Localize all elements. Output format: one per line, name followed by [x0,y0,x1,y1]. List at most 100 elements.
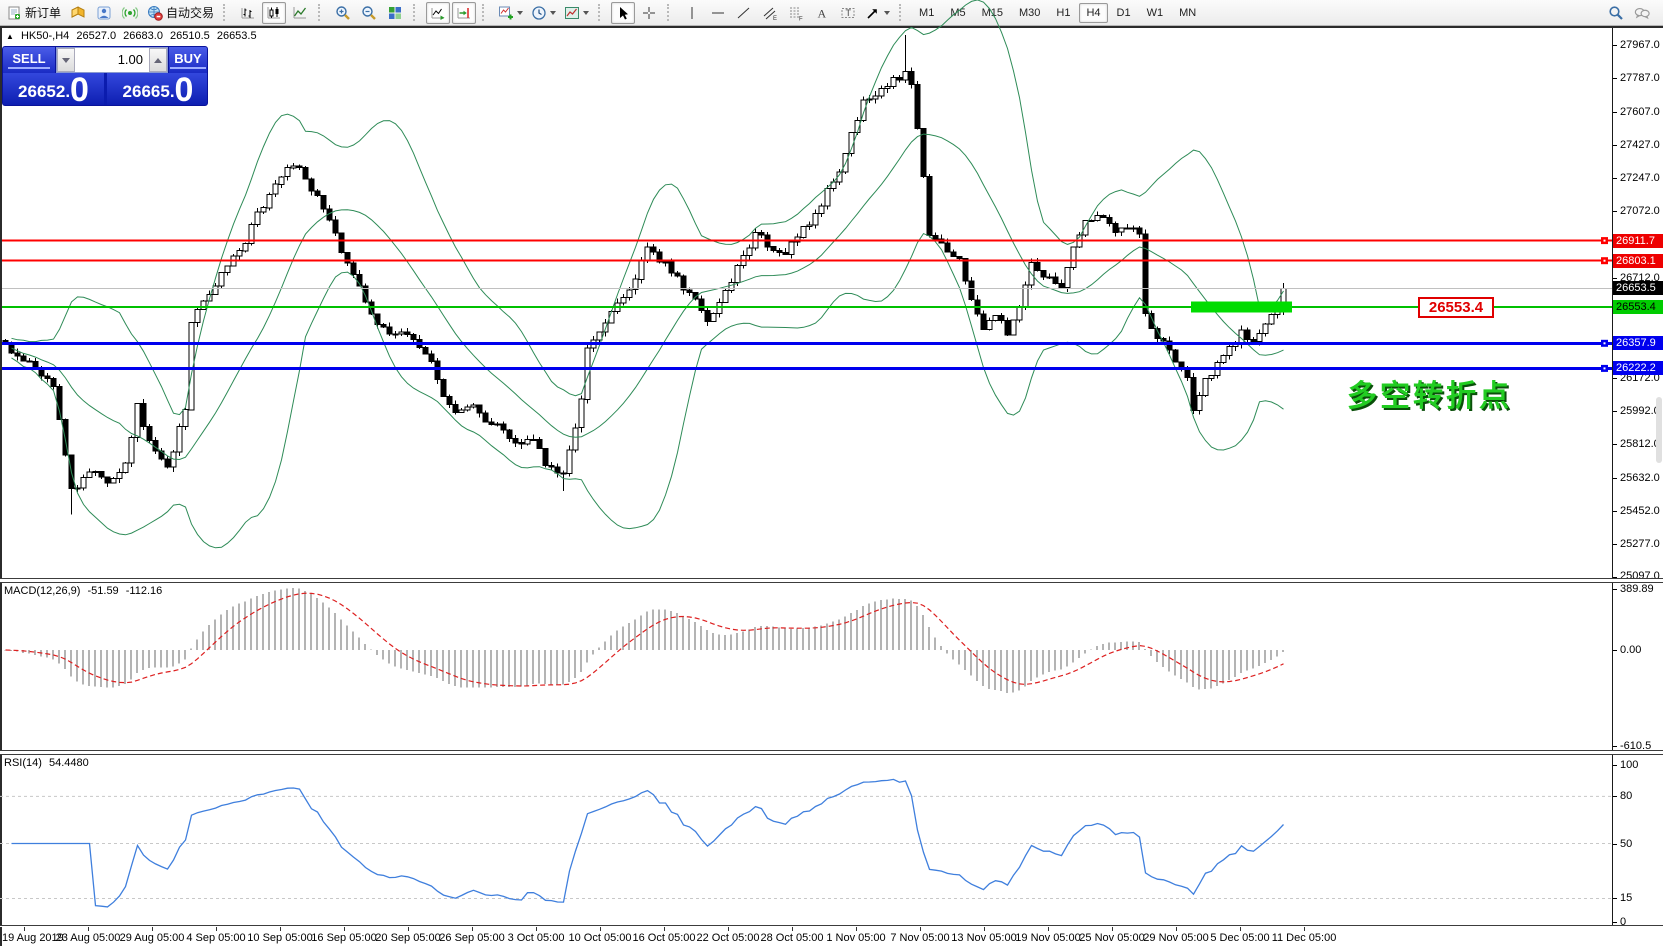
macd-tick-label: 0.00 [1620,644,1641,656]
ohlc-high: 26683.0 [123,30,163,42]
price-tick-mark [1613,544,1617,545]
time-label: 10 Sep 05:00 [247,932,312,944]
time-label: 11 Dec 05:00 [1272,932,1337,944]
time-label: 19 Aug 2019 [2,932,64,944]
volume-stepper: 1.00 [56,47,168,73]
time-label: 1 Nov 05:00 [826,932,885,944]
time-label: 10 Oct 05:00 [569,932,632,944]
price-tick-label: 27072.0 [1620,205,1660,217]
community-chat-button[interactable] [1630,2,1654,24]
macd-label: MACD(12,26,9) -51.59 -112.16 [4,585,166,597]
rsi-label: RSI(14) 54.4480 [4,757,93,769]
price-tag: 26803.1 [1613,254,1663,268]
rsi-tick-label: 100 [1620,759,1638,771]
buy-button[interactable]: BUY [168,47,207,73]
price-tick-mark [1613,378,1617,379]
macd-tick-mark [1613,650,1617,651]
triangle-down-icon [62,58,70,63]
volume-input[interactable]: 1.00 [75,48,149,72]
price-tag: 26357.9 [1613,336,1663,350]
chart-plot-area[interactable] [0,0,1612,946]
price-tick-mark [1613,511,1617,512]
price-tick-label: 25277.0 [1620,538,1660,550]
time-tick-mark [1240,927,1241,931]
price-tick-label: 25452.0 [1620,505,1660,517]
time-label: 26 Sep 05:00 [439,932,504,944]
buy-price[interactable]: 26665.0 [107,73,208,106]
rsi-tick-mark [1613,922,1617,923]
ohlc-close: 26653.5 [217,30,257,42]
price-tick-label: 25632.0 [1620,472,1660,484]
price-tick-label: 25992.0 [1620,405,1660,417]
price-tag: 26911.7 [1613,234,1663,248]
sell-price[interactable]: 26652.0 [3,73,104,106]
time-axis-border [0,925,1663,927]
time-label: 23 Aug 05:00 [56,932,121,944]
price-tick-mark [1613,411,1617,412]
scrollbar-thumb[interactable] [1656,397,1662,463]
price-tick-label: 27607.0 [1620,106,1660,118]
time-tick-mark [280,927,281,931]
macd-tick-label: 389.89 [1620,583,1654,595]
rsi-tick-mark [1613,844,1617,845]
sell-button[interactable]: SELL [3,47,56,73]
time-label: 28 Oct 05:00 [761,932,824,944]
price-tick-label: 25812.0 [1620,438,1660,450]
price-tick-mark [1613,178,1617,179]
price-tick-label: 27427.0 [1620,139,1660,151]
rsi-tick-label: 15 [1620,892,1632,904]
triangle-up-icon [154,58,162,63]
time-tick-mark [600,927,601,931]
time-tick-mark [152,927,153,931]
time-tick-mark [728,927,729,931]
price-callout-label[interactable]: 26553.4 [1418,297,1494,318]
rsi-tick-mark [1613,796,1617,797]
volume-down-button[interactable] [57,48,75,72]
time-tick-mark [88,927,89,931]
time-tick-mark [792,927,793,931]
rsi-tick-label: 80 [1620,790,1632,802]
panel-splitter[interactable] [0,750,1663,755]
macd-tick-mark [1613,589,1617,590]
price-tag: 26653.5 [1613,281,1663,295]
time-label: 16 Sep 05:00 [311,932,376,944]
ohlc-low: 26510.5 [170,30,210,42]
time-label: 16 Oct 05:00 [633,932,696,944]
price-tick-mark [1613,278,1617,279]
symbol-timeframe: HK50-,H4 [21,30,69,42]
price-tick-mark [1613,478,1617,479]
price-tick-label: 27967.0 [1620,39,1660,51]
rsi-tick-mark [1613,765,1617,766]
time-label: 22 Oct 05:00 [697,932,760,944]
rsi-tick-mark [1613,898,1617,899]
time-tick-mark [664,927,665,931]
volume-up-button[interactable] [149,48,167,72]
chinese-annotation[interactable]: 多空转折点 [1347,371,1512,415]
time-tick-mark [1176,927,1177,931]
price-tag: 26553.4 [1613,300,1663,314]
price-tick-mark [1613,444,1617,445]
time-tick-mark [472,927,473,931]
price-tick-label: 27787.0 [1620,72,1660,84]
panel-splitter[interactable] [0,578,1663,583]
time-tick-mark [536,927,537,931]
time-tick-mark [1112,927,1113,931]
price-tick-mark [1613,78,1617,79]
time-label: 7 Nov 05:00 [890,932,949,944]
collapse-triangle-icon[interactable]: ▲ [6,32,14,41]
chart-ohlc-header: ▲ HK50-,H4 26527.0 26683.0 26510.5 26653… [6,30,261,42]
time-tick-mark [408,927,409,931]
chat-icon [1634,5,1650,21]
time-tick-mark [216,927,217,931]
time-label: 13 Nov 05:00 [951,932,1016,944]
time-label: 4 Sep 05:00 [186,932,245,944]
time-label: 29 Aug 05:00 [120,932,185,944]
rsi-tick-label: 50 [1620,838,1632,850]
time-tick-mark [984,927,985,931]
time-tick-mark [24,927,25,931]
price-tick-mark [1613,45,1617,46]
price-tick-label: 27247.0 [1620,172,1660,184]
price-tag: 26222.2 [1613,361,1663,375]
price-tick-mark [1613,211,1617,212]
time-tick-mark [856,927,857,931]
